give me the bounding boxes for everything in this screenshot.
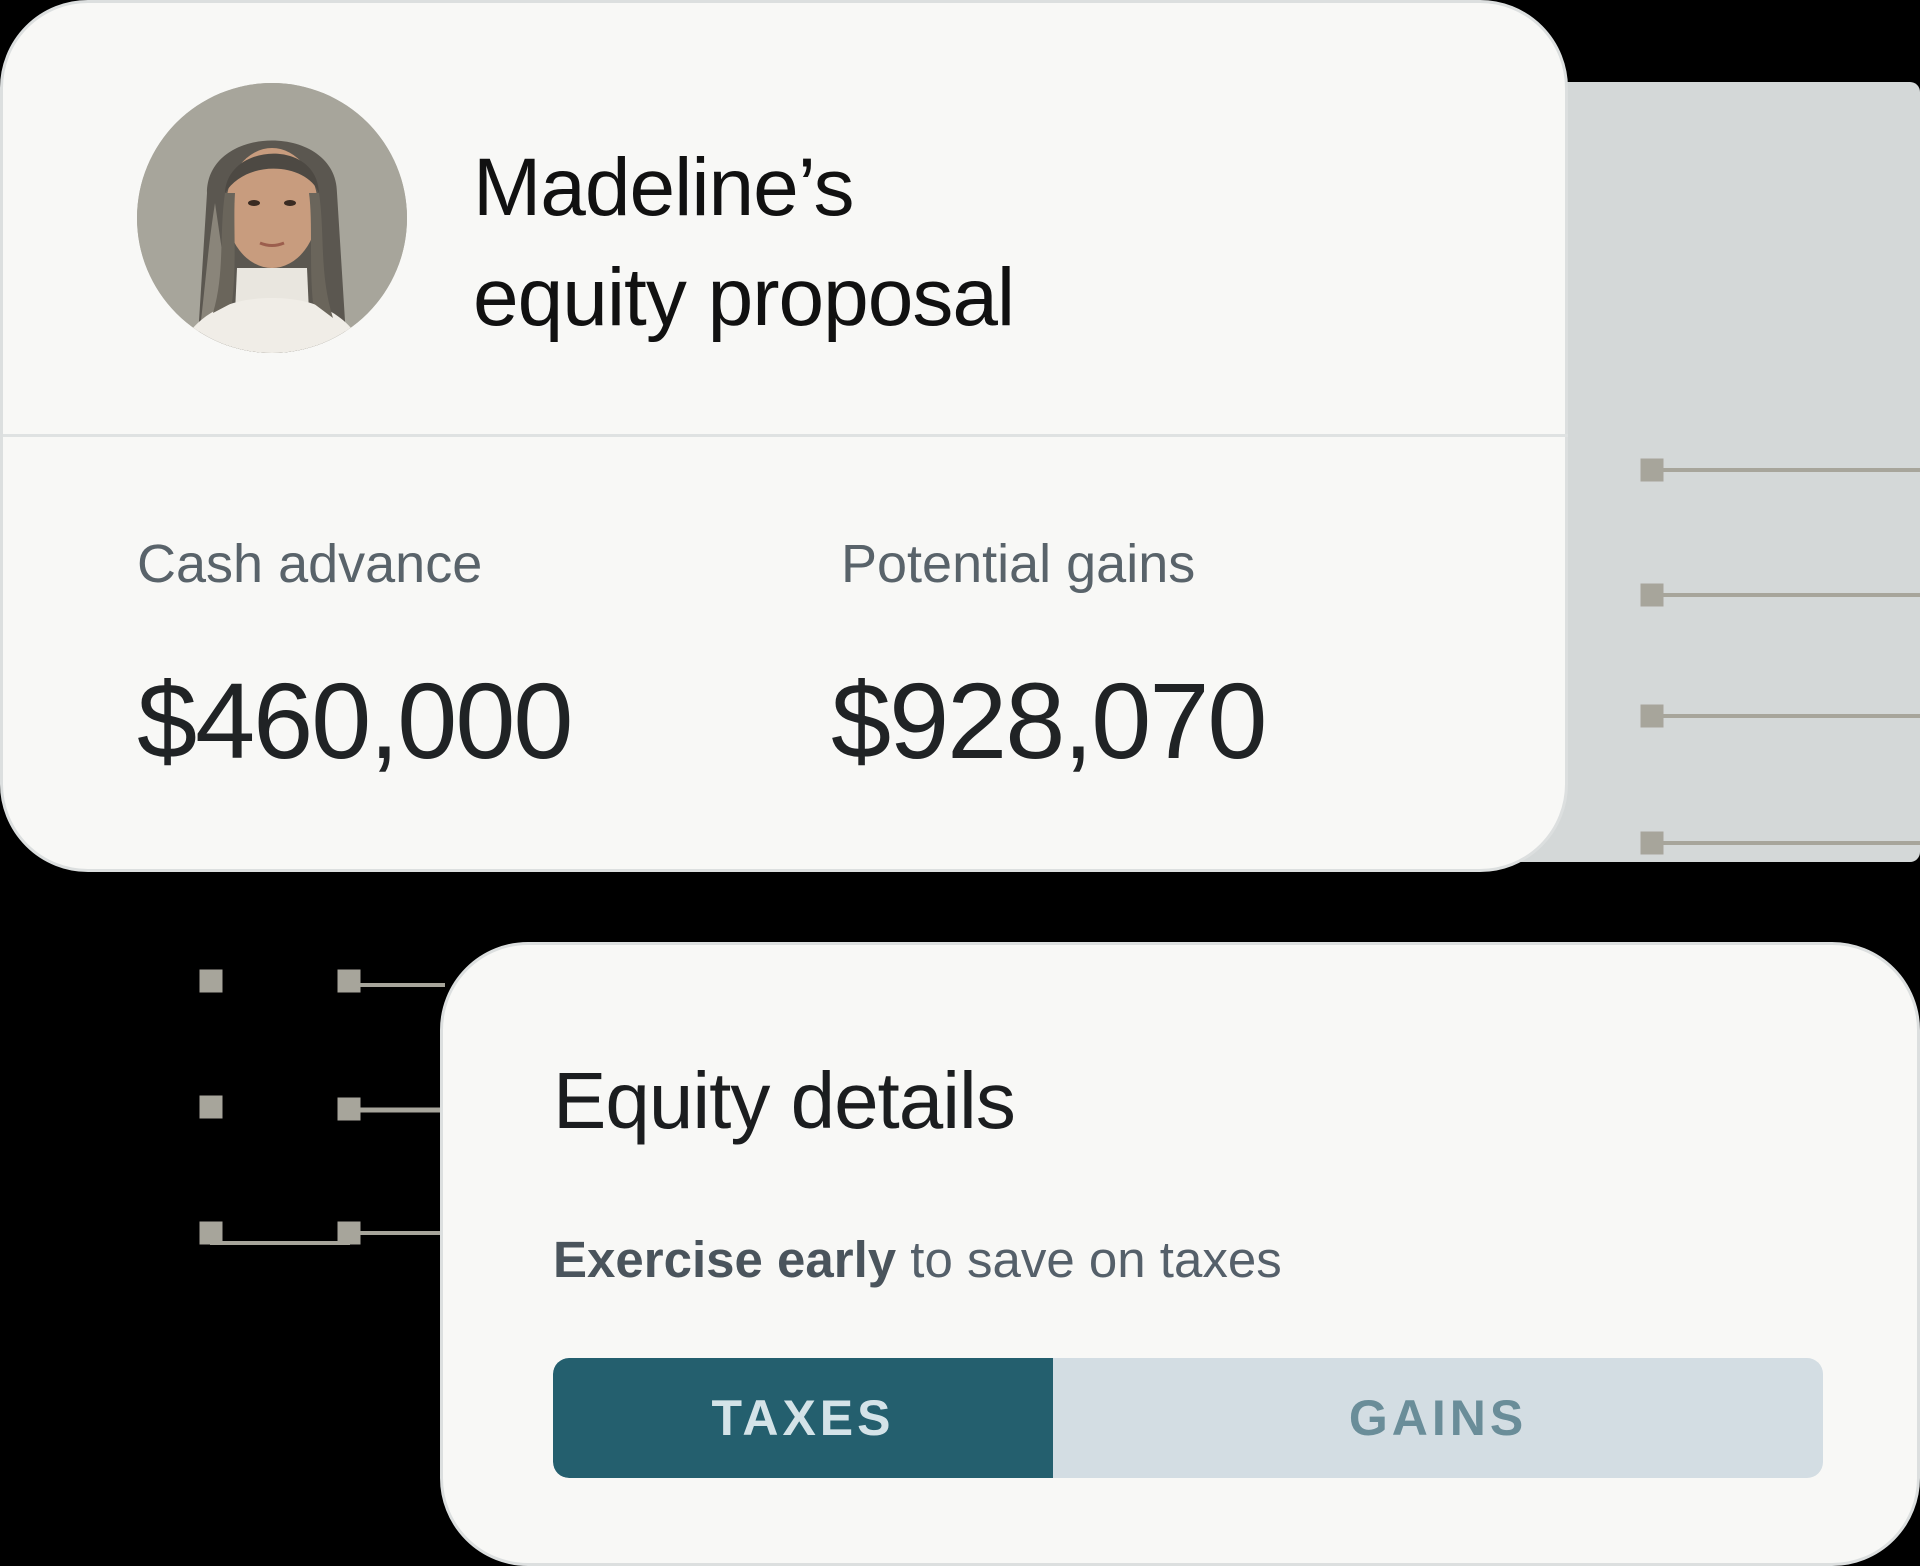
title-line-1: Madeline’s — [473, 142, 855, 233]
cash-advance-label: Cash advance — [137, 534, 483, 594]
cash-advance-value: $460,000 — [137, 660, 573, 781]
connector-node — [1640, 831, 1664, 855]
equity-details-subtitle: Exercise early to save on taxes — [553, 1230, 1282, 1289]
title-line-2: equity proposal — [473, 252, 1015, 343]
equity-details-title: Equity details — [553, 1056, 1016, 1145]
connector-node — [337, 969, 361, 993]
page-title: Madeline’s equity proposal — [473, 133, 1373, 353]
potential-gains-value: $928,070 — [831, 660, 1267, 781]
equity-proposal-card: Madeline’s equity proposal Cash advance … — [0, 0, 1568, 872]
connector-node — [1640, 458, 1664, 482]
taxes-gains-toggle: TAXES GAINS — [553, 1358, 1823, 1478]
connector-node — [337, 1221, 361, 1245]
subtitle-emphasis: Exercise early — [553, 1231, 897, 1288]
gains-tab[interactable]: GAINS — [1053, 1358, 1823, 1478]
connector-node — [199, 969, 223, 993]
avatar-portrait-image — [137, 83, 407, 353]
connector-node — [199, 1095, 223, 1119]
stage: Madeline’s equity proposal Cash advance … — [0, 0, 1920, 1566]
connector-node — [1640, 704, 1664, 728]
connector-node — [1640, 583, 1664, 607]
taxes-tab[interactable]: TAXES — [553, 1358, 1053, 1478]
avatar — [137, 83, 407, 353]
equity-details-card: Equity details Exercise early to save on… — [440, 942, 1920, 1566]
potential-gains-label: Potential gains — [841, 534, 1196, 594]
connector-node — [199, 1221, 223, 1245]
subtitle-text: to save on taxes — [896, 1231, 1282, 1288]
divider — [3, 434, 1568, 437]
connector-node — [337, 1097, 361, 1121]
